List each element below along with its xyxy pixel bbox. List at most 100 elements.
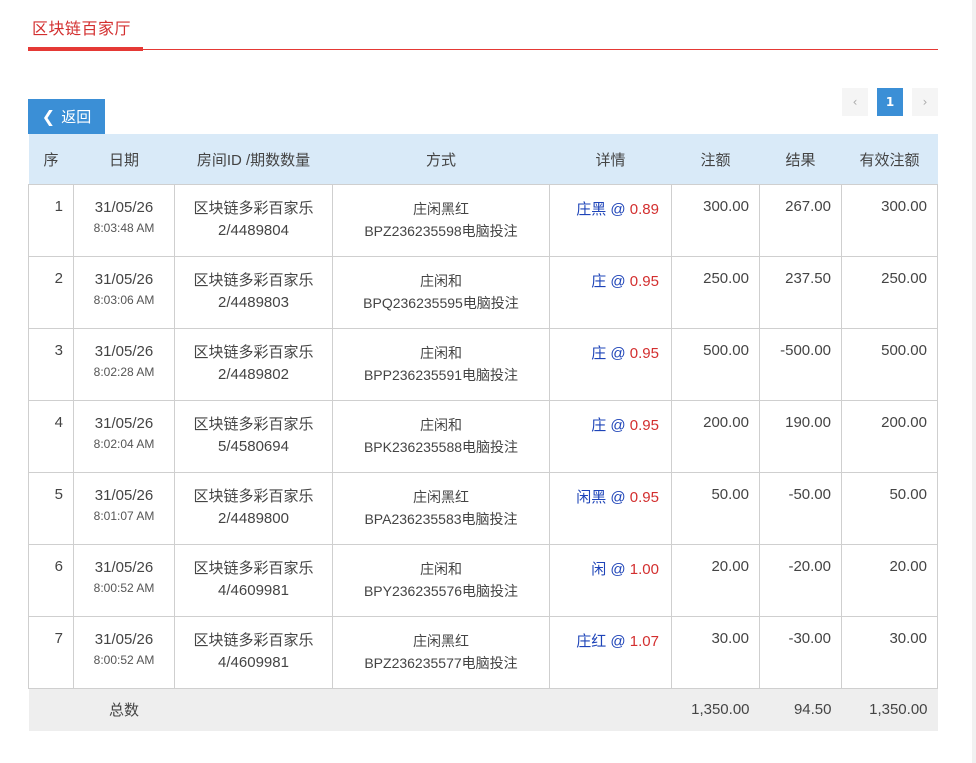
total-spacer	[174, 688, 333, 731]
row-room-cell: 区块链多彩百家乐 2/4489804	[174, 184, 333, 257]
total-spacer	[332, 688, 550, 731]
row-room-name: 区块链多彩百家乐	[193, 272, 314, 289]
pagination: ‹ 1 ›	[842, 88, 938, 116]
row-round: 2/4489804	[218, 222, 289, 239]
col-header-amount: 注额	[671, 134, 760, 185]
row-time: 8:03:06 AM	[93, 293, 155, 307]
col-header-valid: 有效注额	[841, 134, 938, 185]
row-selection: 闲	[591, 561, 607, 578]
row-amount: 500.00	[671, 328, 760, 401]
table-row: 7 31/05/26 8:00:52 AM 区块链多彩百家乐 4/4609981 庄闲黑红…	[28, 616, 938, 689]
row-detail-cell: 庄 @ 0.95	[549, 328, 672, 401]
row-at: @	[610, 345, 626, 362]
row-round: 2/4489803	[218, 294, 289, 311]
row-odds: 0.95	[629, 345, 659, 362]
row-date-cell: 31/05/26 8:03:48 AM	[73, 184, 175, 257]
window-edge	[972, 0, 976, 763]
col-header-room: 房间ID /期数数量	[174, 134, 333, 185]
back-button[interactable]: ❮ 返回	[28, 99, 105, 134]
col-header-seq: 序	[28, 134, 74, 185]
row-bet-code: BPA236235583电脑投注	[364, 511, 518, 527]
row-mode-cell: 庄闲黑红 BPA236235583电脑投注	[332, 472, 550, 545]
next-page-button[interactable]: ›	[912, 88, 938, 116]
row-result: 237.50	[759, 256, 842, 329]
row-room-name: 区块链多彩百家乐	[193, 488, 314, 505]
total-spacer	[549, 688, 672, 731]
row-time: 8:02:28 AM	[93, 365, 155, 379]
row-mode-cell: 庄闲黑红 BPZ236235577电脑投注	[332, 616, 550, 689]
row-at: @	[610, 633, 626, 650]
row-valid-amount: 300.00	[841, 184, 938, 257]
row-time: 8:00:52 AM	[93, 581, 155, 595]
row-amount: 20.00	[671, 544, 760, 617]
row-room-name: 区块链多彩百家乐	[193, 560, 314, 577]
row-mode-cell: 庄闲和 BPQ236235595电脑投注	[332, 256, 550, 329]
row-mode: 庄闲和	[420, 345, 462, 361]
row-date: 31/05/26	[94, 631, 154, 648]
row-amount: 50.00	[671, 472, 760, 545]
row-result: -30.00	[759, 616, 842, 689]
row-date: 31/05/26	[94, 343, 154, 360]
bet-records-table: 序 日期 房间ID /期数数量 方式 详情 注额 结果 有效注额 1 31/05/…	[28, 134, 938, 731]
row-selection: 闲黑	[576, 489, 607, 506]
row-mode: 庄闲黑红	[413, 489, 469, 505]
row-bet-code: BPK236235588电脑投注	[363, 439, 519, 455]
total-amount: 1,350.00	[671, 688, 760, 731]
row-seq: 2	[28, 256, 74, 329]
row-mode: 庄闲和	[420, 561, 462, 577]
row-bet-code: BPZ236235577电脑投注	[364, 655, 518, 671]
row-room-name: 区块链多彩百家乐	[193, 200, 314, 217]
row-bet-code: BPQ236235595电脑投注	[363, 295, 519, 311]
row-odds: 0.95	[629, 489, 659, 506]
col-header-date: 日期	[73, 134, 175, 185]
col-header-mode: 方式	[332, 134, 550, 185]
row-seq: 1	[28, 184, 74, 257]
table-row: 4 31/05/26 8:02:04 AM 区块链多彩百家乐 5/4580694 庄闲和 B…	[28, 400, 938, 473]
row-mode-cell: 庄闲和 BPY236235576电脑投注	[332, 544, 550, 617]
back-button-label: 返回	[61, 108, 92, 126]
total-valid: 1,350.00	[841, 688, 938, 731]
row-selection: 庄红	[576, 633, 607, 650]
table-row: 2 31/05/26 8:03:06 AM 区块链多彩百家乐 2/4489803 庄闲和 B…	[28, 256, 938, 329]
row-seq: 5	[28, 472, 74, 545]
row-time: 8:02:04 AM	[93, 437, 155, 451]
row-selection: 庄	[591, 273, 607, 290]
row-valid-amount: 20.00	[841, 544, 938, 617]
row-at: @	[610, 201, 626, 218]
row-mode: 庄闲黑红	[413, 201, 469, 217]
page-title[interactable]: 区块链百家厅	[32, 15, 131, 39]
prev-page-button[interactable]: ‹	[842, 88, 868, 116]
col-header-result: 结果	[759, 134, 842, 185]
row-amount: 250.00	[671, 256, 760, 329]
row-seq: 3	[28, 328, 74, 401]
col-header-detail: 详情	[549, 134, 672, 185]
total-result: 94.50	[759, 688, 842, 731]
row-mode-cell: 庄闲和 BPP236235591电脑投注	[332, 328, 550, 401]
table-row: 3 31/05/26 8:02:28 AM 区块链多彩百家乐 2/4489802 庄闲和 B…	[28, 328, 938, 401]
row-amount: 200.00	[671, 400, 760, 473]
row-mode: 庄闲和	[420, 417, 462, 433]
row-bet-code: BPY236235576电脑投注	[363, 583, 519, 599]
row-amount: 30.00	[671, 616, 760, 689]
row-result: -50.00	[759, 472, 842, 545]
row-valid-amount: 200.00	[841, 400, 938, 473]
row-detail-cell: 庄红 @ 1.07	[549, 616, 672, 689]
total-spacer	[28, 688, 74, 731]
row-date: 31/05/26	[94, 199, 154, 216]
chevron-left-icon: ❮	[41, 107, 56, 126]
row-date-cell: 31/05/26 8:02:04 AM	[73, 400, 175, 473]
row-round: 4/4609981	[218, 654, 289, 671]
row-round: 2/4489800	[218, 510, 289, 527]
row-seq: 4	[28, 400, 74, 473]
row-date: 31/05/26	[94, 271, 154, 288]
row-odds: 1.07	[629, 633, 659, 650]
row-mode-cell: 庄闲和 BPK236235588电脑投注	[332, 400, 550, 473]
row-room-name: 区块链多彩百家乐	[193, 416, 314, 433]
row-seq: 7	[28, 616, 74, 689]
row-odds: 0.95	[629, 273, 659, 290]
row-at: @	[610, 489, 626, 506]
page-1-button[interactable]: 1	[877, 88, 903, 116]
row-detail-cell: 庄 @ 0.95	[549, 400, 672, 473]
row-date: 31/05/26	[94, 559, 154, 576]
row-room-cell: 区块链多彩百家乐 4/4609981	[174, 544, 333, 617]
